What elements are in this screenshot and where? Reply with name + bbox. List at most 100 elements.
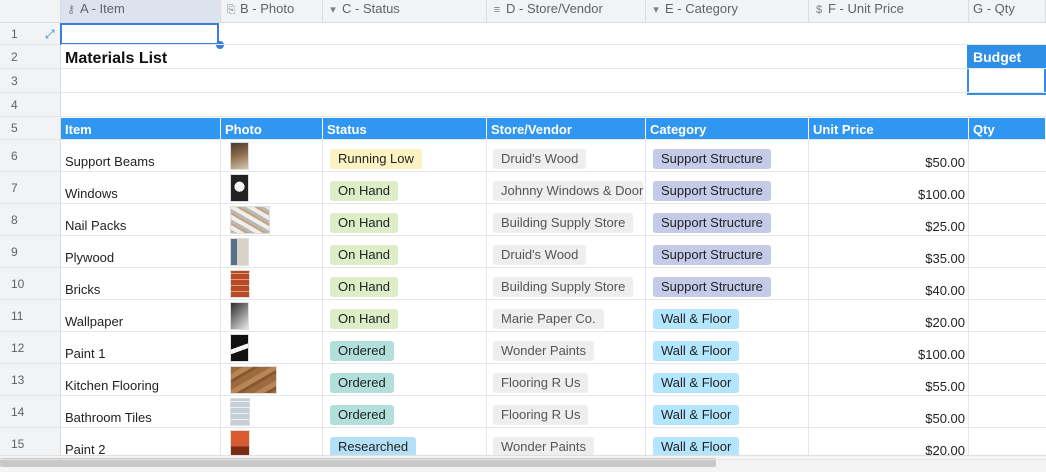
beam-photo[interactable]: [230, 142, 249, 170]
row-number[interactable]: 13: [0, 364, 60, 396]
row-number[interactable]: 7: [0, 172, 60, 204]
wallpaper-photo[interactable]: [230, 302, 249, 330]
column-header-b[interactable]: ⎘ B - Photo: [221, 0, 323, 22]
vendor-cell[interactable]: Building Supply Store: [493, 277, 643, 297]
unit-price-cell[interactable]: $20.00: [812, 315, 965, 330]
row-number[interactable]: 15: [0, 428, 60, 460]
status-cell[interactable]: On Hand: [330, 309, 399, 329]
row-number[interactable]: 10: [0, 268, 60, 300]
status-cell[interactable]: Ordered: [330, 373, 394, 393]
vendor-cell[interactable]: Flooring R Us: [493, 373, 643, 393]
category-cell[interactable]: Support Structure: [653, 277, 771, 297]
item-cell[interactable]: Kitchen Flooring: [65, 378, 159, 393]
item-cell[interactable]: Windows: [65, 186, 118, 201]
category-cell[interactable]: Support Structure: [653, 213, 771, 233]
horizontal-scrollbar[interactable]: [0, 455, 1046, 472]
row-number[interactable]: 2: [0, 45, 60, 69]
unit-price-cell[interactable]: $40.00: [812, 283, 965, 298]
row-number[interactable]: 6: [0, 140, 60, 172]
row-number[interactable]: 12: [0, 332, 60, 364]
unit-price-cell[interactable]: $50.00: [812, 155, 965, 170]
paint-photo[interactable]: [230, 334, 249, 362]
status-cell[interactable]: Running Low: [330, 149, 422, 169]
category-cell[interactable]: Wall & Floor: [653, 437, 740, 457]
vendor-cell[interactable]: Marie Paper Co.: [493, 309, 643, 329]
paint2-photo[interactable]: [230, 430, 250, 458]
status-cell[interactable]: Ordered: [330, 341, 394, 361]
row-number[interactable]: 4: [0, 93, 60, 117]
table-header-photo[interactable]: Photo: [221, 118, 323, 140]
vendor-cell[interactable]: Druid's Wood: [493, 245, 643, 265]
flooring-photo[interactable]: [230, 366, 277, 394]
column-header-e[interactable]: ▾ E - Category: [646, 0, 809, 22]
table-header-item[interactable]: Item: [61, 118, 221, 140]
column-header-f[interactable]: $ F - Unit Price: [809, 0, 969, 22]
row-number[interactable]: 14: [0, 396, 60, 428]
table-header-qty[interactable]: Qty: [969, 118, 1046, 140]
item-cell[interactable]: Plywood: [65, 250, 114, 265]
table-header-store-vendor[interactable]: Store/Vendor: [487, 118, 646, 140]
column-header-a[interactable]: ⚷ A - Item: [61, 0, 221, 22]
category-cell[interactable]: Wall & Floor: [653, 309, 740, 329]
vendor-cell[interactable]: Wonder Paints: [493, 341, 643, 361]
row-number[interactable]: 5: [0, 117, 60, 140]
unit-price-cell[interactable]: $100.00: [812, 187, 965, 202]
unit-price-cell[interactable]: $100.00: [812, 347, 965, 362]
bricks-photo[interactable]: [230, 270, 250, 298]
status-cell[interactable]: Ordered: [330, 405, 394, 425]
column-header-d[interactable]: ≡ D - Store/Vendor: [487, 0, 646, 22]
category-pill: Wall & Floor: [653, 341, 740, 361]
row-number[interactable]: 8: [0, 204, 60, 236]
select-all-corner[interactable]: [0, 0, 61, 22]
unit-price-cell[interactable]: $25.00: [812, 219, 965, 234]
row-number[interactable]: 11: [0, 300, 60, 332]
nails-photo[interactable]: [230, 206, 270, 234]
item-cell[interactable]: Bricks: [65, 282, 100, 297]
table-header-unit-price[interactable]: Unit Price: [809, 118, 969, 140]
item-cell[interactable]: Wallpaper: [65, 314, 123, 329]
vendor-cell[interactable]: Building Supply Store: [493, 213, 643, 233]
category-cell[interactable]: Wall & Floor: [653, 341, 740, 361]
unit-price-cell[interactable]: $35.00: [812, 251, 965, 266]
selected-cell-a1[interactable]: [60, 23, 219, 45]
item-cell[interactable]: Paint 1: [65, 346, 105, 361]
vendor-pill: Druid's Wood: [493, 149, 587, 169]
column-header-g[interactable]: G - Qty: [969, 0, 1046, 22]
category-cell[interactable]: Wall & Floor: [653, 405, 740, 425]
item-cell[interactable]: Nail Packs: [65, 218, 126, 233]
window-photo[interactable]: [230, 174, 249, 202]
category-cell[interactable]: Support Structure: [653, 181, 771, 201]
table-header-category[interactable]: Category: [646, 118, 809, 140]
database-icon: ≡: [493, 4, 501, 16]
vendor-cell[interactable]: Druid's Wood: [493, 149, 643, 169]
plywood-photo[interactable]: [230, 238, 249, 266]
row-number[interactable]: 1: [0, 23, 60, 45]
row-number[interactable]: 3: [0, 69, 60, 93]
status-cell[interactable]: Researched: [330, 437, 417, 457]
fill-handle[interactable]: [216, 41, 224, 49]
item-cell[interactable]: Bathroom Tiles: [65, 410, 152, 425]
category-cell[interactable]: Wall & Floor: [653, 373, 740, 393]
category-cell[interactable]: Support Structure: [653, 149, 771, 169]
grid-line: [61, 267, 1046, 268]
status-cell[interactable]: On Hand: [330, 181, 399, 201]
budget-box[interactable]: Budget: [967, 44, 1046, 95]
row-number[interactable]: 9: [0, 236, 60, 268]
tiles-photo[interactable]: [230, 398, 250, 426]
unit-price-cell[interactable]: $55.00: [812, 379, 965, 394]
vendor-cell[interactable]: Johnny Windows & Doors: [493, 181, 643, 201]
item-cell[interactable]: Support Beams: [65, 154, 155, 169]
vendor-cell[interactable]: Wonder Paints: [493, 437, 643, 457]
vendor-cell[interactable]: Flooring R Us: [493, 405, 643, 425]
status-cell[interactable]: On Hand: [330, 277, 399, 297]
status-cell[interactable]: On Hand: [330, 213, 399, 233]
category-cell[interactable]: Support Structure: [653, 245, 771, 265]
category-pill: Support Structure: [653, 277, 771, 297]
column-header-c[interactable]: ▾ C - Status: [323, 0, 487, 22]
vendor-pill: Building Supply Store: [493, 213, 634, 233]
table-header-status[interactable]: Status: [323, 118, 487, 140]
grid-line: [61, 235, 1046, 236]
unit-price-cell[interactable]: $50.00: [812, 411, 965, 426]
status-cell[interactable]: On Hand: [330, 245, 399, 265]
grid-line: [220, 140, 221, 455]
